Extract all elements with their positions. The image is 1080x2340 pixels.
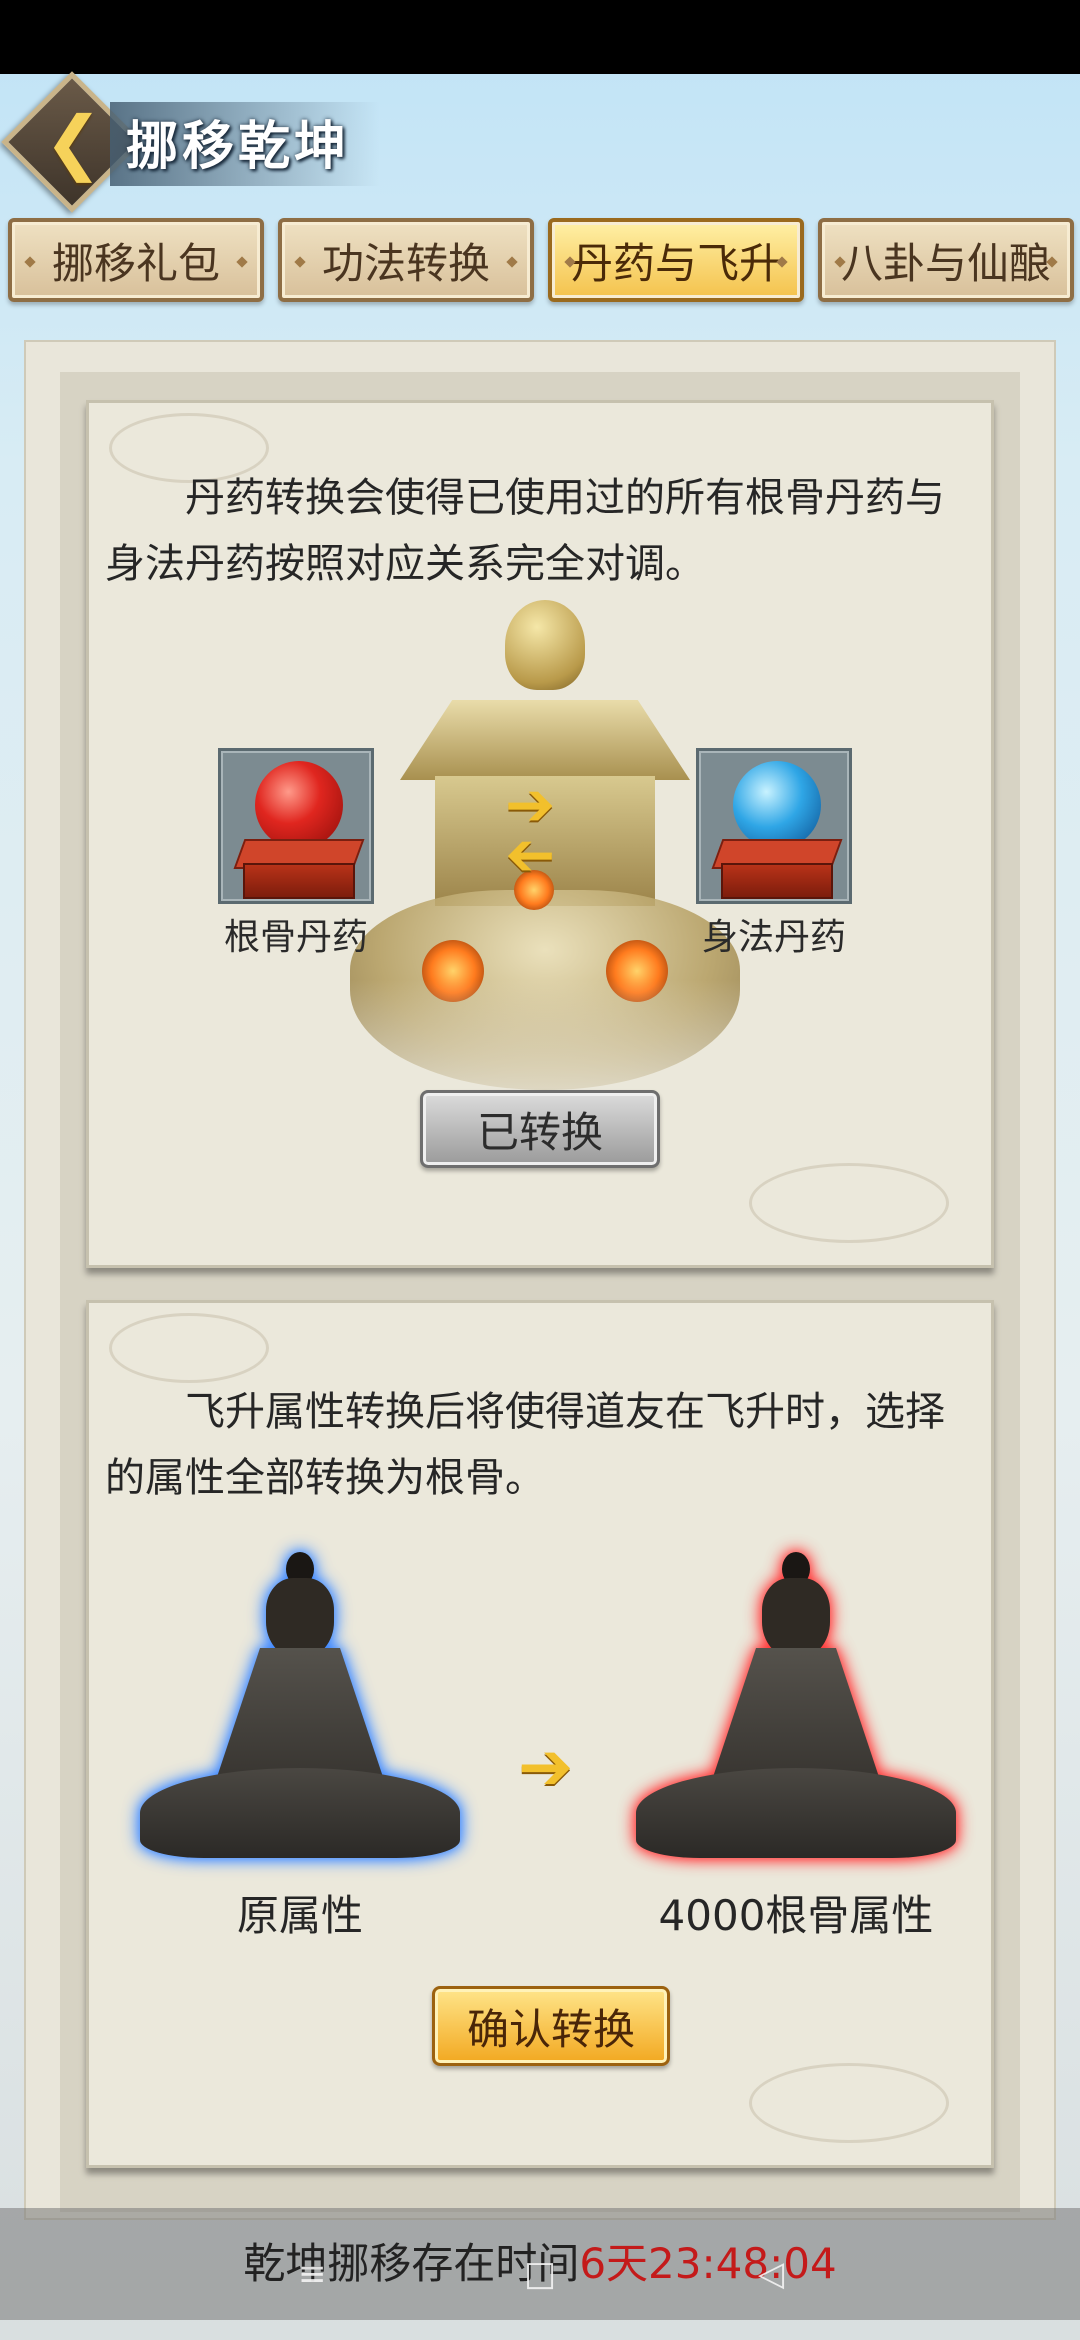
swap-arrow-left-icon: ➔ [505,820,556,890]
arrow-right-icon: ➔ [518,1728,574,1805]
original-attribute-label: 原属性 [236,1891,363,1940]
cloud-decoration [749,2063,949,2143]
tab-bar: 挪移礼包 功法转换 丹药与飞升 八卦与仙酿 [0,218,1080,302]
red-orb-icon [255,761,343,849]
menu-icon[interactable]: ≡ [298,2254,327,2294]
page-title: 挪移乾坤 [126,116,351,177]
converted-button[interactable]: 已转换 [420,1090,660,1168]
ascend-description: 飞升属性转换后将使得道友在飞升时，选择的属性全部转换为根骨。 [105,1389,945,1501]
tab-skill-convert[interactable]: 功法转换 [278,218,534,302]
blue-orb-icon [733,761,821,849]
cloud-decoration [109,1313,269,1383]
home-icon[interactable]: □ [524,2254,556,2294]
bone-attribute-label: 4000根骨属性 [658,1891,934,1940]
bone-pill-label: 根骨丹药 [223,917,368,958]
tab-bagua-wine[interactable]: 八卦与仙酿 [818,218,1074,302]
tab-pill-ascend[interactable]: 丹药与飞升 [548,218,804,302]
tab-transfer-pack[interactable]: 挪移礼包 [8,218,264,302]
status-bar [0,0,1080,74]
cloud-decoration [749,1163,949,1243]
back-nav-icon[interactable]: ◁ [758,2254,784,2294]
agility-pill-item[interactable] [696,748,852,904]
confirm-convert-button[interactable]: 确认转换 [432,1986,670,2066]
system-nav: ≡ □ ◁ [0,2254,1080,2294]
original-attribute-figure [140,1548,460,1878]
agility-pill-label: 身法丹药 [701,917,846,958]
bone-attribute-figure [636,1548,956,1878]
chevron-left-icon[interactable]: ❮ [44,107,104,177]
bone-pill-item[interactable] [218,748,374,904]
header: ❮ 挪移乾坤 [0,71,1080,213]
pill-description: 丹药转换会使得已使用过的所有根骨丹药与身法丹药按照对应关系完全对调。 [105,475,945,587]
bottom-bar: 乾坤挪移存在时间6天23:48:04 ≡ □ ◁ [0,2208,1080,2320]
